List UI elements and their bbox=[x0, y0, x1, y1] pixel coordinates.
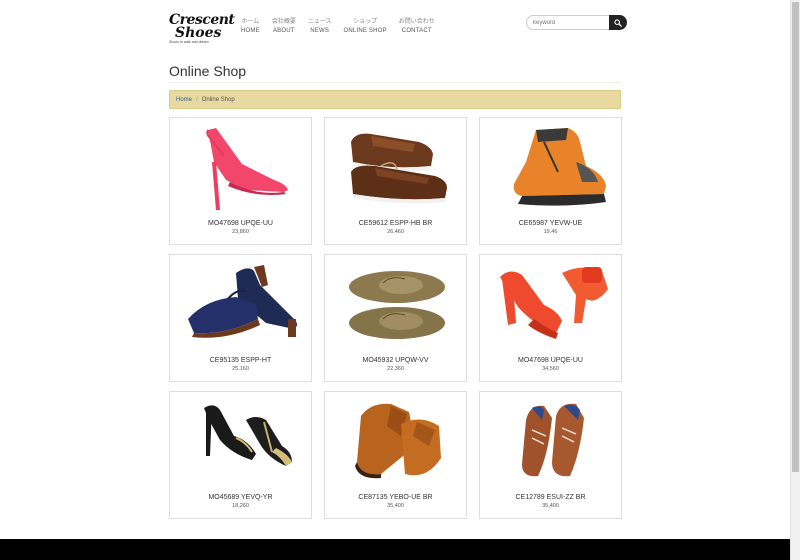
product-price: 26,460 bbox=[387, 229, 404, 235]
product-card[interactable]: CE65987 YEVW-UE 19,46 bbox=[479, 117, 622, 245]
product-name: CE65987 YEVW-UE bbox=[518, 220, 583, 227]
nav-item-contact[interactable]: お問い合わせ CONTACT bbox=[399, 18, 435, 36]
product-price: 34,560 bbox=[542, 366, 559, 372]
product-name: CE95135 ESPP-HT bbox=[209, 357, 272, 364]
nav-item-about[interactable]: 会社概要 ABOUT bbox=[272, 18, 296, 36]
nav-item-news[interactable]: ニュース NEWS bbox=[308, 18, 332, 36]
breadcrumb-current: Online Shop bbox=[201, 96, 235, 103]
nav-item-en-label: CONTACT bbox=[401, 28, 432, 34]
nav-item-jp-label: ホーム bbox=[241, 19, 260, 25]
breadcrumb-separator: / bbox=[196, 96, 198, 103]
orange-hiking-boot-icon bbox=[513, 128, 606, 206]
search-input[interactable] bbox=[526, 15, 612, 30]
product-card[interactable]: CE87135 YEBO-UE BR 35,400 bbox=[324, 391, 467, 519]
product-card[interactable]: MO47698 UPQE-UU 23,860 bbox=[169, 117, 312, 245]
brown-boat-shoes-icon bbox=[351, 133, 447, 204]
nav-item-en-label: HOME bbox=[241, 28, 260, 34]
site-header: Crescent Shoes Shoes to walk and dream ホ… bbox=[169, 12, 627, 48]
black-gold-pumps-icon bbox=[204, 405, 292, 466]
site-logo[interactable]: Crescent Shoes Shoes to walk and dream bbox=[169, 13, 235, 44]
product-price: 25,160 bbox=[232, 366, 249, 372]
product-name: CE12789 ESUI-ZZ BR bbox=[515, 494, 586, 501]
main-nav: ホーム HOME 会社概要 ABOUT ニュース NEWS ショップ ONLIN… bbox=[241, 18, 447, 36]
product-card[interactable]: MO45932 UPQW-VV 22,360 bbox=[324, 254, 467, 382]
product-name: MO45689 YEVQ-YR bbox=[208, 494, 273, 501]
product-card[interactable]: CE12789 ESUI-ZZ BR 35,400 bbox=[479, 391, 622, 519]
nav-item-en-label: ABOUT bbox=[272, 28, 295, 34]
breadcrumb-home-link[interactable]: Home bbox=[176, 97, 192, 103]
nav-item-jp-label: 会社概要 bbox=[271, 19, 296, 25]
tan-oxford-shoes-icon bbox=[355, 403, 441, 479]
nav-item-jp-label: ニュース bbox=[307, 19, 332, 25]
product-price: 22,360 bbox=[387, 366, 404, 372]
nav-item-en-label: ONLINE SHOP bbox=[343, 28, 387, 34]
product-card[interactable]: CE95135 ESPP-HT 25,160 bbox=[169, 254, 312, 382]
product-card[interactable]: CE59612 ESPP-HB BR 26,460 bbox=[324, 117, 467, 245]
product-price: 23,860 bbox=[232, 229, 249, 235]
nav-item-jp-label: ショップ bbox=[353, 19, 378, 25]
product-name: CE59612 ESPP-HB BR bbox=[358, 220, 433, 227]
product-card[interactable]: MO47698 UPQE-UU 34,560 bbox=[479, 254, 622, 382]
product-card[interactable]: MO45689 YEVQ-YR 18,260 bbox=[169, 391, 312, 519]
product-price: 35,400 bbox=[542, 503, 559, 509]
nav-item-online-shop[interactable]: ショップ ONLINE SHOP bbox=[344, 18, 387, 36]
product-price: 35,400 bbox=[387, 503, 404, 509]
logo-line2: Shoes bbox=[175, 25, 222, 41]
product-price: 18,260 bbox=[232, 503, 249, 509]
title-divider bbox=[169, 82, 621, 83]
nav-item-en-label: NEWS bbox=[310, 28, 330, 34]
product-name: MO45932 UPQW-VV bbox=[362, 357, 429, 364]
product-name: MO47698 UPQE-UU bbox=[518, 357, 583, 364]
nav-item-home[interactable]: ホーム HOME bbox=[241, 18, 260, 36]
search-icon bbox=[614, 18, 622, 27]
search-button[interactable] bbox=[609, 15, 627, 30]
suede-moccasins-icon bbox=[349, 271, 445, 339]
breadcrumb: Home / Online Shop bbox=[169, 90, 621, 109]
product-name: MO47698 UPQE-UU bbox=[208, 220, 273, 227]
search-box bbox=[526, 15, 627, 30]
navy-mary-jane-pumps-icon bbox=[188, 265, 297, 338]
page-scrollbar[interactable] bbox=[790, 0, 800, 560]
scrollbar-thumb[interactable] bbox=[792, 2, 799, 472]
pink-slingback-heel-icon bbox=[206, 128, 288, 210]
woven-brown-oxfords-icon bbox=[522, 403, 584, 477]
site-footer bbox=[0, 539, 790, 560]
nav-item-jp-label: お問い合わせ bbox=[398, 19, 435, 25]
product-name: CE87135 YEBO-UE BR bbox=[358, 494, 433, 501]
page-title: Online Shop bbox=[169, 63, 247, 79]
red-platform-heel-icon bbox=[500, 267, 608, 339]
product-price: 19,46 bbox=[543, 229, 558, 235]
